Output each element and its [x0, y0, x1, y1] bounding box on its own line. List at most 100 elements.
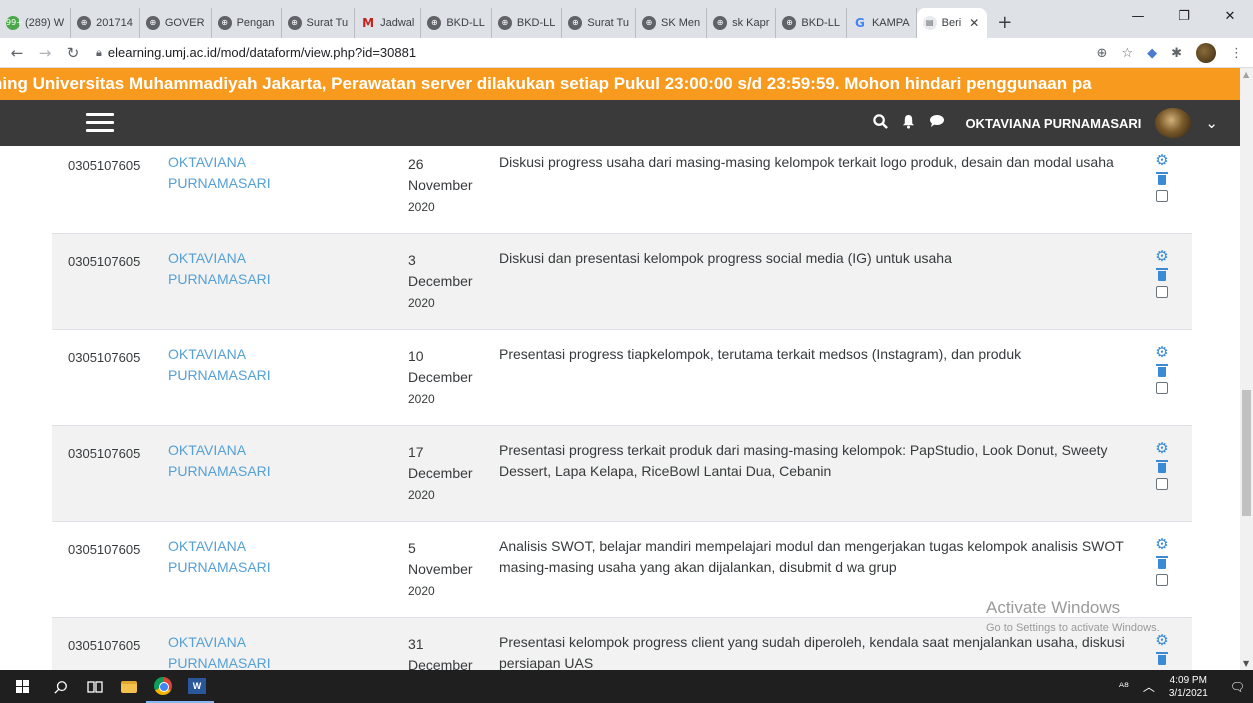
- entry-date: 26 November 2020: [408, 154, 498, 218]
- start-button[interactable]: [0, 670, 44, 703]
- tab-7[interactable]: ⊕ BKD-LL: [492, 8, 563, 38]
- select-checkbox[interactable]: [1156, 190, 1168, 202]
- tab-2[interactable]: ⊕ GOVER: [140, 8, 212, 38]
- scroll-down-icon[interactable]: ▼: [1243, 659, 1249, 668]
- tab-12[interactable]: G KAMPA: [847, 8, 917, 38]
- page-icon: ▤: [922, 16, 937, 30]
- extension-icon[interactable]: ◆: [1147, 46, 1157, 61]
- date-month: December: [408, 369, 473, 385]
- student-name-link[interactable]: OKTAVIANA PURNAMASARI: [168, 344, 338, 386]
- row-actions: ⚙: [1152, 440, 1172, 490]
- select-checkbox[interactable]: [1156, 574, 1168, 586]
- gear-icon[interactable]: ⚙: [1155, 632, 1168, 648]
- profile-avatar[interactable]: [1196, 43, 1216, 63]
- date-month: November: [408, 177, 473, 193]
- select-checkbox[interactable]: [1156, 478, 1168, 490]
- select-checkbox[interactable]: [1156, 286, 1168, 298]
- tab-11[interactable]: ⊕ BKD-LL: [776, 8, 847, 38]
- trash-icon[interactable]: [1156, 460, 1168, 473]
- clock[interactable]: 4:09 PM 3/1/2021: [1169, 674, 1208, 700]
- date-day: 17: [408, 444, 424, 460]
- site-navbar: OKTAVIANA PURNAMASARI ⌄: [0, 100, 1240, 146]
- tab-5[interactable]: M Jadwal: [355, 8, 422, 38]
- tab-label: Jadwal: [380, 17, 415, 29]
- system-tray: ᴬ⁸ ︿ 4:09 PM 3/1/2021 🗨︎: [1119, 670, 1253, 703]
- new-tab-button[interactable]: +: [997, 12, 1012, 33]
- close-tab-icon[interactable]: ✕: [969, 16, 979, 30]
- entry-description: Analisis SWOT, belajar mandiri mempelaja…: [499, 538, 1124, 575]
- trash-icon[interactable]: [1156, 652, 1168, 665]
- navbar-actions: OKTAVIANA PURNAMASARI ⌄: [873, 100, 1218, 146]
- student-name-link[interactable]: OKTAVIANA PURNAMASARI: [168, 152, 338, 194]
- file-explorer-icon[interactable]: [112, 670, 146, 703]
- tab-label: Pengan: [236, 17, 275, 29]
- user-name[interactable]: OKTAVIANA PURNAMASARI: [965, 116, 1141, 131]
- forward-icon[interactable]: →: [34, 44, 56, 62]
- student-name-link[interactable]: OKTAVIANA PURNAMASARI: [168, 536, 338, 578]
- tray-expand-icon[interactable]: ︿: [1143, 678, 1155, 695]
- page-scrollbar[interactable]: ▲ ▼: [1240, 68, 1253, 670]
- student-name-link[interactable]: OKTAVIANA PURNAMASARI: [168, 632, 338, 670]
- tab-0[interactable]: 99+ (289) W: [0, 8, 72, 38]
- gear-icon[interactable]: ⚙: [1155, 536, 1168, 552]
- student-id: 0305107605: [68, 638, 141, 653]
- bookmark-star-icon[interactable]: ☆: [1121, 46, 1133, 61]
- user-avatar[interactable]: [1155, 108, 1192, 138]
- globe-icon: ⊕: [427, 16, 442, 30]
- hamburger-menu-icon[interactable]: [86, 113, 114, 133]
- gear-icon[interactable]: ⚙: [1155, 344, 1168, 360]
- trash-icon[interactable]: [1156, 556, 1168, 569]
- globe-icon: ⊕: [497, 16, 512, 30]
- minimize-icon[interactable]: —: [1115, 0, 1161, 32]
- youtube-count-icon: 99+: [6, 16, 23, 30]
- entry-description: Presentasi progress terkait produk dari …: [499, 442, 1108, 479]
- people-icon[interactable]: ᴬ⁸: [1119, 680, 1129, 694]
- date-year: 2020: [408, 200, 435, 214]
- row-actions: ⚙: [1152, 344, 1172, 394]
- entry-date: 17 December 2020: [408, 442, 498, 506]
- zoom-icon[interactable]: ⊕: [1097, 46, 1108, 61]
- bell-icon[interactable]: [902, 114, 915, 133]
- date-month: November: [408, 561, 473, 577]
- row-actions: ⚙: [1152, 248, 1172, 298]
- gear-icon[interactable]: ⚙: [1155, 152, 1168, 168]
- menu-kebab-icon[interactable]: ⋮: [1230, 46, 1243, 61]
- tab-4[interactable]: ⊕ Surat Tu: [282, 8, 356, 38]
- student-name-link[interactable]: OKTAVIANA PURNAMASARI: [168, 440, 338, 482]
- tab-active[interactable]: ▤ Beri ✕: [916, 8, 988, 38]
- close-window-icon[interactable]: ✕: [1207, 0, 1253, 32]
- word-taskbar-icon[interactable]: W: [180, 670, 214, 703]
- select-checkbox[interactable]: [1156, 382, 1168, 394]
- tab-10[interactable]: ⊕ sk Kapr: [707, 8, 777, 38]
- gear-icon[interactable]: ⚙: [1155, 248, 1168, 264]
- tab-3[interactable]: ⊕ Pengan: [212, 8, 282, 38]
- trash-icon[interactable]: [1156, 268, 1168, 281]
- tab-1[interactable]: ⊕ 201714: [71, 8, 140, 38]
- chrome-taskbar-icon[interactable]: [146, 670, 180, 703]
- trash-icon[interactable]: [1156, 172, 1168, 185]
- scroll-up-icon[interactable]: ▲: [1243, 70, 1249, 79]
- search-icon[interactable]: [873, 113, 889, 133]
- trash-icon[interactable]: [1156, 364, 1168, 377]
- notification-icon[interactable]: 🗨︎: [1230, 680, 1245, 694]
- restore-icon[interactable]: ❐: [1161, 0, 1207, 32]
- student-name-link[interactable]: OKTAVIANA PURNAMASARI: [168, 248, 338, 290]
- chat-bubble-icon[interactable]: [929, 114, 945, 132]
- browser-tab-strip: 99+ (289) W ⊕ 201714 ⊕ GOVER ⊕ Pengan ⊕ Surat Tu M…: [0, 0, 1253, 38]
- tab-6[interactable]: ⊕ BKD-LL: [421, 8, 492, 38]
- tab-8[interactable]: ⊕ Surat Tu: [562, 8, 636, 38]
- name-first-line: OKTAVIANA: [168, 154, 247, 170]
- url-field[interactable]: elearning.umj.ac.id/mod/dataform/view.ph…: [108, 45, 416, 60]
- back-icon[interactable]: ←: [6, 44, 28, 62]
- scrollbar-thumb[interactable]: [1242, 390, 1251, 516]
- marquee-text: ning Universitas Muhammadiyah Jakarta, P…: [0, 74, 1092, 93]
- search-icon[interactable]: [44, 670, 78, 703]
- gear-icon[interactable]: ⚙: [1155, 440, 1168, 456]
- extensions-puzzle-icon[interactable]: ✱: [1171, 46, 1182, 61]
- globe-icon: ⊕: [217, 16, 232, 30]
- tab-9[interactable]: ⊕ SK Men: [636, 8, 708, 38]
- student-id: 0305107605: [68, 350, 141, 365]
- task-view-icon[interactable]: [78, 670, 112, 703]
- chevron-down-icon[interactable]: ⌄: [1205, 114, 1218, 132]
- reload-icon[interactable]: ↻: [62, 44, 84, 62]
